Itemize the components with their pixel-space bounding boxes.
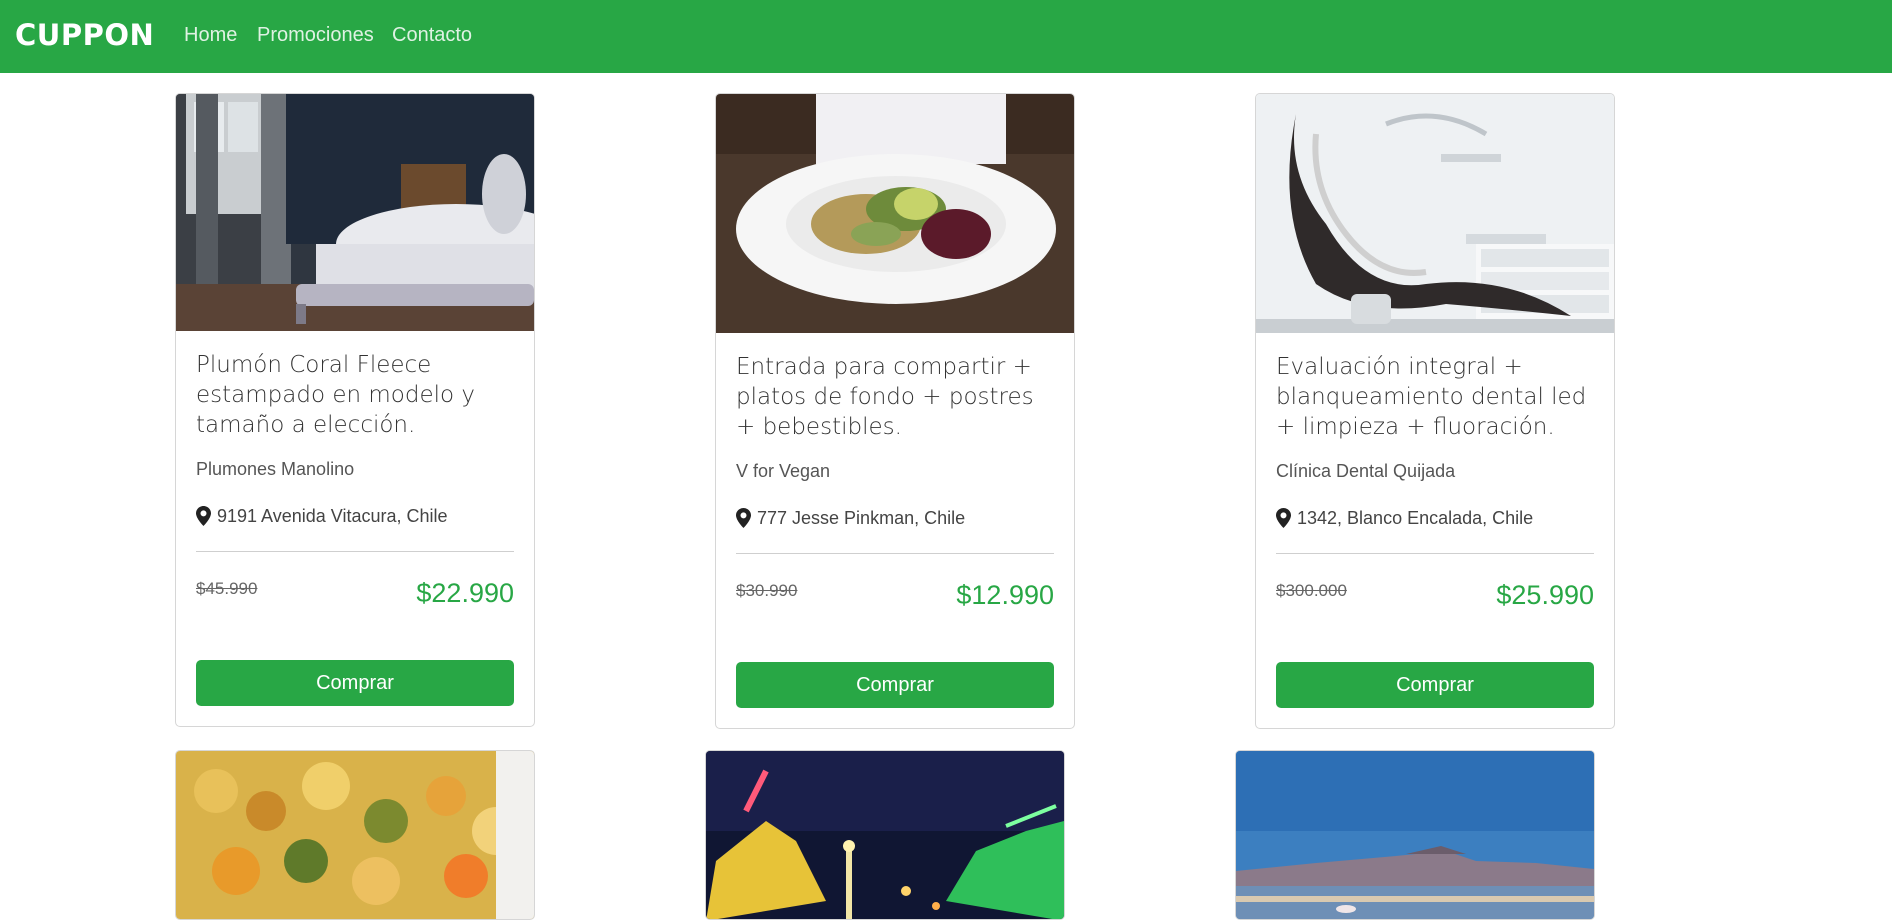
deal-image-pasta[interactable]: [176, 751, 534, 919]
deal-image-park[interactable]: [706, 751, 1064, 919]
new-price: $22.990: [416, 578, 514, 608]
location-text: 777 Jesse Pinkman, Chile: [757, 507, 966, 528]
deal-image-dental[interactable]: [1256, 94, 1614, 333]
location-row: 1342, Blanco Encalada, Chile: [1276, 506, 1594, 530]
new-price: $25.990: [1496, 580, 1594, 610]
deal-title: Evaluación integral + blanqueamiento den…: [1276, 354, 1587, 440]
vegan-salad-plate-photo: [716, 94, 1074, 333]
map-marker-icon: [196, 506, 211, 526]
deal-card: [1235, 750, 1595, 920]
deal-title: Plumón Coral Fleece estampado en modelo …: [196, 352, 475, 438]
price-row: $45.990 $22.990: [196, 552, 514, 620]
old-price: $45.990: [196, 579, 258, 598]
top-navbar: CUPPON Home Promociones Contacto: [0, 0, 1892, 73]
deal-card: Entrada para compartir + platos de fondo…: [715, 93, 1075, 729]
deal-image-vegan[interactable]: [716, 94, 1074, 333]
map-marker-icon: [1276, 508, 1291, 528]
location-row: 9191 Avenida Vitacura, Chile: [196, 504, 514, 528]
map-marker-icon: [736, 508, 751, 528]
pasta-dish-photo: [176, 751, 534, 919]
nav-link-home[interactable]: Home: [184, 24, 237, 47]
merchant-name: Clínica Dental Quijada: [1276, 461, 1456, 481]
nav-link-promociones[interactable]: Promociones: [257, 24, 374, 47]
dental-chair-photo: [1256, 94, 1614, 333]
lake-mountain-landscape-photo: [1236, 751, 1594, 919]
old-price: $300.000: [1276, 581, 1347, 600]
comprar-button[interactable]: Comprar: [1276, 662, 1594, 708]
comprar-button[interactable]: Comprar: [736, 662, 1054, 708]
merchant-name: V for Vegan: [736, 461, 831, 481]
comprar-button[interactable]: Comprar: [196, 660, 514, 706]
price-row: $30.990 $12.990: [736, 554, 1054, 622]
new-price: $12.990: [956, 580, 1054, 610]
deal-card: Evaluación integral + blanqueamiento den…: [1255, 93, 1615, 729]
bedroom-bed-photo: [176, 94, 534, 331]
deal-image-bedroom[interactable]: [176, 94, 534, 331]
brand-logo[interactable]: CUPPON: [15, 18, 154, 53]
location-row: 777 Jesse Pinkman, Chile: [736, 506, 1054, 530]
merchant-name: Plumones Manolino: [196, 459, 355, 479]
location-text: 1342, Blanco Encalada, Chile: [1297, 507, 1534, 528]
deal-title: Entrada para compartir + platos de fondo…: [736, 354, 1034, 440]
deal-card: [175, 750, 535, 920]
location-text: 9191 Avenida Vitacura, Chile: [217, 505, 448, 526]
deal-card: Plumón Coral Fleece estampado en modelo …: [175, 93, 535, 727]
deal-card: [705, 750, 1065, 920]
amusement-park-night-photo: [706, 751, 1064, 919]
old-price: $30.990: [736, 581, 798, 600]
price-row: $300.000 $25.990: [1276, 554, 1594, 622]
deal-image-lake[interactable]: [1236, 751, 1594, 919]
nav-link-contacto[interactable]: Contacto: [392, 24, 472, 47]
